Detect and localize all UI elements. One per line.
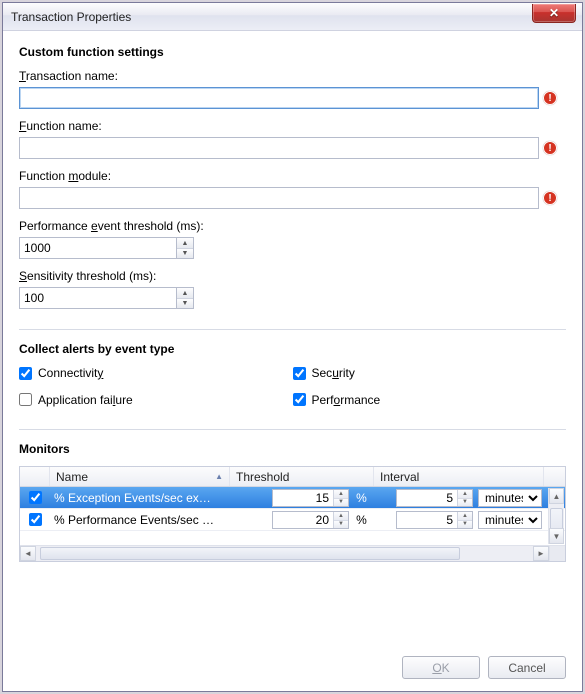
spinner-up-icon[interactable]: ▲ (334, 512, 348, 520)
checkbox-performance-input[interactable] (293, 393, 306, 406)
cancel-button[interactable]: Cancel (488, 656, 566, 679)
spinner-up-icon[interactable]: ▲ (177, 288, 193, 298)
divider (19, 429, 566, 430)
error-icon: ! (543, 191, 557, 205)
sensitivity-spinner[interactable]: ▲ ▼ (19, 287, 566, 309)
checkbox-security-input[interactable] (293, 367, 306, 380)
spinner-down-icon[interactable]: ▼ (334, 498, 348, 506)
field-sensitivity: Sensitivity threshold (ms): ▲ ▼ (19, 269, 566, 309)
section-custom-settings: Custom function settings (19, 45, 566, 59)
error-icon: ! (543, 141, 557, 155)
sensitivity-input[interactable] (19, 287, 177, 309)
interval-input[interactable] (397, 490, 457, 506)
threshold-input[interactable] (273, 490, 333, 506)
error-icon: ! (543, 91, 557, 105)
checkbox-connectivity[interactable]: Connectivity (19, 366, 103, 380)
function-module-input[interactable] (19, 187, 539, 209)
checkbox-security[interactable]: Security (293, 366, 355, 380)
horizontal-scrollbar[interactable]: ◄ ► (20, 545, 565, 561)
spinner-down-icon[interactable]: ▼ (458, 520, 472, 528)
scroll-down-icon[interactable]: ▼ (549, 528, 564, 544)
col-interval[interactable]: Interval (374, 467, 544, 486)
function-name-input[interactable] (19, 137, 539, 159)
interval-input[interactable] (397, 512, 457, 528)
label-transaction-name: Transaction name: (19, 69, 566, 83)
checkbox-performance[interactable]: Performance (293, 393, 381, 407)
threshold-spinner[interactable]: ▲▼ (272, 489, 349, 507)
perf-threshold-spinner[interactable]: ▲ ▼ (19, 237, 566, 259)
threshold-unit: % (350, 509, 374, 530)
scroll-up-icon[interactable]: ▲ (549, 488, 564, 504)
row-name: % Performance Events/sec … (50, 509, 230, 530)
section-collect-alerts: Collect alerts by event type (19, 342, 566, 356)
close-button[interactable]: ✕ (532, 4, 576, 23)
spinner-down-icon[interactable]: ▼ (334, 520, 348, 528)
row-checkbox[interactable] (29, 491, 42, 504)
interval-spinner[interactable]: ▲▼ (396, 511, 473, 529)
spinner-up-icon[interactable]: ▲ (177, 238, 193, 248)
spinner-down-icon[interactable]: ▼ (177, 298, 193, 308)
label-perf-threshold: Performance event threshold (ms): (19, 219, 566, 233)
field-function-name: Function name: ! (19, 119, 566, 159)
checkbox-connectivity-input[interactable] (19, 367, 32, 380)
label-function-module: Function module: (19, 169, 566, 183)
interval-spinner[interactable]: ▲▼ (396, 489, 473, 507)
spinner-down-icon[interactable]: ▼ (177, 248, 193, 258)
spinner-up-icon[interactable]: ▲ (334, 490, 348, 498)
table-row[interactable]: % Performance Events/sec …▲▼%▲▼minutes (20, 509, 565, 531)
dialog-footer: OK Cancel (3, 648, 582, 691)
interval-unit-select[interactable]: minutes (478, 511, 542, 529)
divider (19, 329, 566, 330)
alerts-checkbox-group: Connectivity Security Application failur… (19, 366, 566, 419)
spinner-up-icon[interactable]: ▲ (458, 512, 472, 520)
field-transaction-name: Transaction name: ! (19, 69, 566, 109)
threshold-input[interactable] (273, 512, 333, 528)
spinner-down-icon[interactable]: ▼ (458, 498, 472, 506)
field-perf-threshold: Performance event threshold (ms): ▲ ▼ (19, 219, 566, 259)
checkbox-app-failure-input[interactable] (19, 393, 32, 406)
scroll-thumb[interactable] (40, 547, 460, 560)
scroll-right-icon[interactable]: ► (533, 546, 549, 561)
table-row[interactable]: % Exception Events/sec ex…▲▼%▲▼minutes (20, 487, 565, 509)
threshold-unit: % (350, 487, 374, 508)
table-header: Name Threshold Interval (20, 467, 565, 487)
row-name: % Exception Events/sec ex… (50, 487, 230, 508)
ok-button[interactable]: OK (402, 656, 480, 679)
checkbox-app-failure[interactable]: Application failure (19, 393, 133, 407)
table-body: % Exception Events/sec ex…▲▼%▲▼minutes% … (20, 487, 565, 545)
col-name[interactable]: Name (50, 467, 230, 486)
col-threshold[interactable]: Threshold (230, 467, 374, 486)
vertical-scrollbar[interactable]: ▲ ▼ (548, 488, 564, 544)
monitors-table: Name Threshold Interval % Exception Even… (19, 466, 566, 562)
label-function-name: Function name: (19, 119, 566, 133)
transaction-name-input[interactable] (19, 87, 539, 109)
section-monitors: Monitors (19, 442, 566, 456)
perf-threshold-input[interactable] (19, 237, 177, 259)
label-sensitivity: Sensitivity threshold (ms): (19, 269, 566, 283)
dialog-window: Transaction Properties ✕ Custom function… (2, 2, 583, 692)
scroll-left-icon[interactable]: ◄ (20, 546, 36, 561)
col-check[interactable] (20, 467, 50, 486)
threshold-spinner[interactable]: ▲▼ (272, 511, 349, 529)
spinner-up-icon[interactable]: ▲ (458, 490, 472, 498)
content-area: Custom function settings Transaction nam… (3, 31, 582, 648)
field-function-module: Function module: ! (19, 169, 566, 209)
row-checkbox[interactable] (29, 513, 42, 526)
interval-unit-select[interactable]: minutes (478, 489, 542, 507)
window-title: Transaction Properties (11, 10, 131, 24)
titlebar: Transaction Properties ✕ (3, 3, 582, 31)
close-icon: ✕ (549, 7, 559, 19)
